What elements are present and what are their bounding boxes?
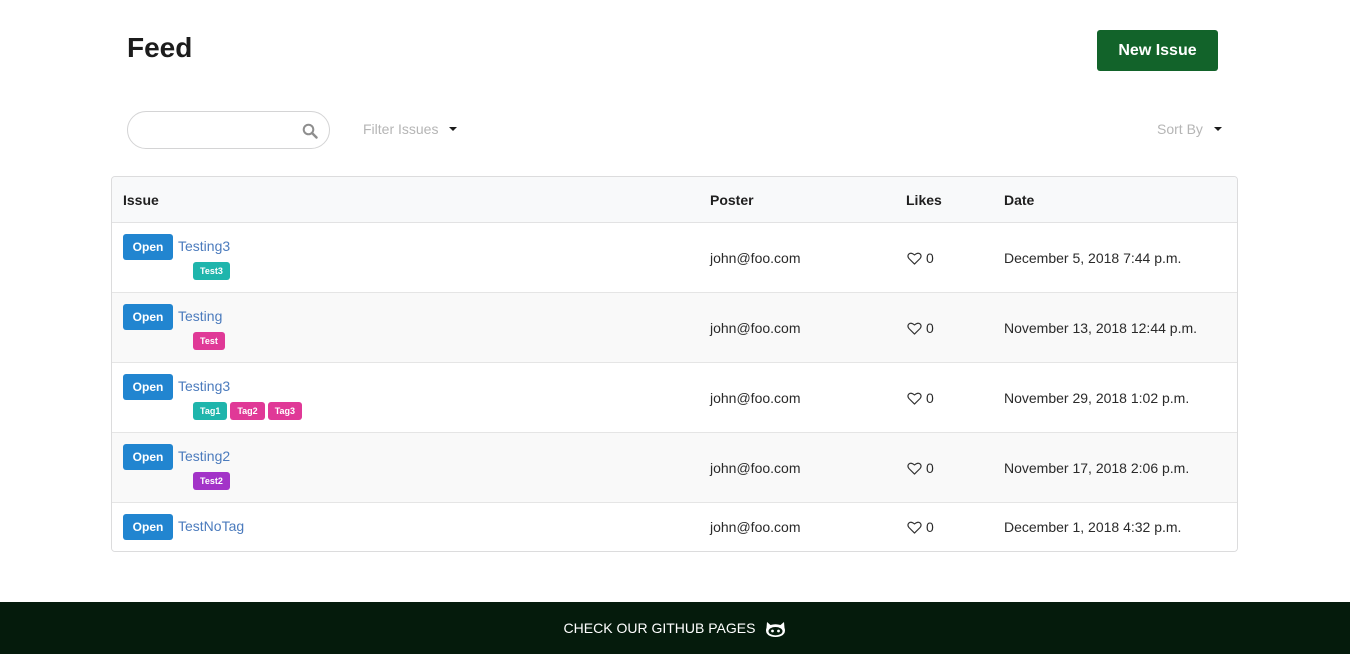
tag-badge[interactable]: Test2 [193,472,230,490]
tag-badge[interactable]: Tag3 [267,402,303,420]
column-header-likes[interactable]: Likes [906,192,942,208]
likes-count: 0 [926,320,934,336]
tag-list: Test2 [193,472,230,490]
table-row: Open Testing3 Test3 john@foo.com 0 December 5… [112,223,1237,293]
issue-date: December 1, 2018 4:32 p.m. [1004,519,1182,535]
footer: CHECK OUR GITHUB PAGES [0,602,1350,654]
status-badge: Open [123,304,173,330]
likes-cell: 0 [907,320,934,336]
tag-list: Test3 [193,262,230,280]
heart-icon[interactable] [907,462,922,475]
table-row: Open Testing Test john@foo.com 0 November 13,… [112,293,1237,363]
search-icon[interactable] [302,123,318,139]
sort-by-dropdown[interactable]: Sort By [1157,121,1222,137]
new-issue-button[interactable]: New Issue [1097,30,1218,71]
heart-icon[interactable] [907,521,922,534]
heart-icon[interactable] [907,252,922,265]
caret-down-icon [1213,127,1222,131]
search-input[interactable] [142,120,292,140]
page-title: Feed [127,32,193,63]
tag-list: Test [193,332,225,350]
table-header: Issue Poster Likes Date [112,177,1237,223]
poster-email: john@foo.com [710,519,801,535]
column-header-issue[interactable]: Issue [123,192,159,208]
issue-date: December 5, 2018 7:44 p.m. [1004,250,1182,266]
table-row: Open TestNoTag john@foo.com 0 December 1, 20… [112,503,1237,551]
issue-title-link[interactable]: Testing2 [178,448,230,464]
likes-count: 0 [926,250,934,266]
issue-title-link[interactable]: Testing [178,308,222,324]
heart-icon[interactable] [907,392,922,405]
likes-count: 0 [926,460,934,476]
likes-cell: 0 [907,390,934,406]
status-badge: Open [123,514,173,540]
tag-badge[interactable]: Test [193,332,225,350]
likes-cell: 0 [907,460,934,476]
sort-by-label: Sort By [1157,121,1203,137]
column-header-date[interactable]: Date [1004,192,1034,208]
issue-title-link[interactable]: Testing3 [178,238,230,254]
poster-email: john@foo.com [710,250,801,266]
tag-list: Tag1 Tag2 Tag3 [193,402,303,420]
status-badge: Open [123,444,173,470]
caret-down-icon [449,127,458,131]
github-pages-link[interactable]: CHECK OUR GITHUB PAGES [564,619,787,638]
issue-title-link[interactable]: TestNoTag [178,518,244,534]
page: Feed New Issue Filter Issues Sort By Iss… [0,0,1350,654]
likes-count: 0 [926,390,934,406]
poster-email: john@foo.com [710,460,801,476]
table-row: Open Testing3 Tag1 Tag2 Tag3 john@foo.com 0 Nov… [112,363,1237,433]
filter-issues-label: Filter Issues [363,121,439,137]
tag-badge[interactable]: Tag1 [193,402,228,420]
filter-issues-dropdown[interactable]: Filter Issues [363,121,458,137]
table-row: Open Testing2 Test2 john@foo.com 0 November 1… [112,433,1237,503]
poster-email: john@foo.com [710,320,801,336]
issue-date: November 17, 2018 2:06 p.m. [1004,460,1190,476]
github-octocat-icon [766,621,786,637]
tag-badge[interactable]: Test3 [193,262,230,280]
issue-date: November 29, 2018 1:02 p.m. [1004,390,1190,406]
issues-table: Issue Poster Likes Date Open Testing3 Test… [111,176,1238,552]
poster-email: john@foo.com [710,390,801,406]
issue-date: November 13, 2018 12:44 p.m. [1004,320,1198,336]
github-pages-label: CHECK OUR GITHUB PAGES [563,620,756,636]
column-header-poster[interactable]: Poster [710,192,754,208]
status-badge: Open [123,374,173,400]
likes-cell: 0 [907,519,934,535]
heart-icon[interactable] [907,322,922,335]
search-box [127,111,330,149]
status-badge: Open [123,234,173,260]
tag-badge[interactable]: Tag2 [230,402,265,420]
likes-cell: 0 [907,250,934,266]
likes-count: 0 [926,519,934,535]
issue-title-link[interactable]: Testing3 [178,378,230,394]
